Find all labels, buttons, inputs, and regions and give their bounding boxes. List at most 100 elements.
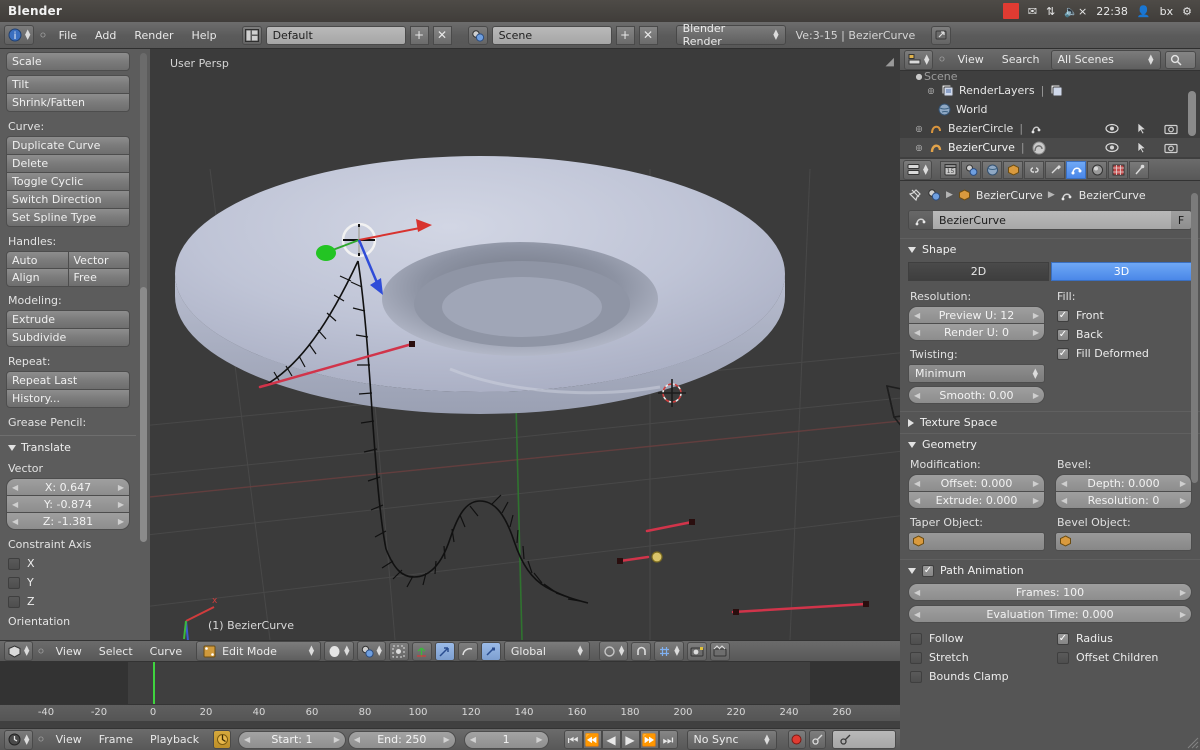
dimension-2d-button[interactable]: 2D xyxy=(908,262,1049,281)
camera-render-icon[interactable] xyxy=(1164,142,1178,154)
viewport-shading-selector[interactable]: ▲ ▼ xyxy=(324,641,354,661)
arrow-right-icon[interactable]: ▶ xyxy=(1033,496,1039,505)
tab-curve-data[interactable] xyxy=(1066,160,1087,179)
add-screen-layout-button[interactable]: + xyxy=(409,25,429,45)
checkbox-path-stretch[interactable] xyxy=(910,651,922,664)
viewport-menu-select[interactable]: Select xyxy=(92,643,140,660)
arrow-right-icon[interactable]: ▶ xyxy=(1033,391,1039,400)
manipulator-scale-icon[interactable] xyxy=(480,641,501,661)
pin-icon[interactable] xyxy=(908,188,922,202)
proportional-edit-icon[interactable] xyxy=(388,641,409,661)
tool-button-handle-align[interactable]: Align xyxy=(6,268,69,287)
timeline-menu-playback[interactable]: Playback xyxy=(143,731,206,748)
arrow-right-icon[interactable]: ▶ xyxy=(444,735,450,744)
outliner-editor[interactable]: ▲▼ ⚪ View Search All Scenes ▲▼ ● Scene xyxy=(900,49,1200,159)
render-engine-selector[interactable]: Blender Render ▲ ▼ xyxy=(675,22,786,48)
outliner-row-beziercurve[interactable]: ◎ BezierCurve | xyxy=(900,138,1200,157)
editor-type-outliner-selector[interactable]: ▲ ▼ xyxy=(904,49,934,70)
checkbox-fill-deformed[interactable]: ✓ xyxy=(1057,347,1069,360)
arrow-right-icon[interactable]: ▶ xyxy=(1033,311,1039,320)
tab-particles[interactable] xyxy=(1129,160,1150,179)
arrow-right-icon[interactable]: ▶ xyxy=(1033,479,1039,488)
editor-type-properties-selector[interactable]: ▲ ▼ xyxy=(903,159,933,180)
outliner-row-scene-partial[interactable]: ● Scene xyxy=(900,71,1200,81)
delete-screen-layout-button[interactable]: ✕ xyxy=(432,25,452,45)
panel-header-texture-space[interactable]: Texture Space xyxy=(900,411,1200,433)
arrow-left-icon[interactable]: ◀ xyxy=(914,588,920,597)
play-button[interactable]: ▶ xyxy=(620,730,640,749)
area-resize-grip[interactable] xyxy=(1187,737,1199,749)
sync-mode-selector[interactable]: No Sync ▲ ▼ xyxy=(686,729,777,750)
jump-to-start-button[interactable]: ⏮ xyxy=(563,730,583,749)
editor-type-timeline-selector[interactable]: ▲ ▼ xyxy=(4,729,34,750)
start-frame-field[interactable]: ◀ Start: 1 ▶ xyxy=(238,730,346,749)
operator-panel-header[interactable]: Translate xyxy=(6,436,130,458)
add-scene-button[interactable]: + xyxy=(615,25,635,45)
translate-z-field[interactable]: ◀ Z: -1.381 ▶ xyxy=(6,512,130,530)
timeline-menu-frame[interactable]: Frame xyxy=(92,731,140,748)
breadcrumb-object-name[interactable]: BezierCurve xyxy=(976,189,1043,202)
arrow-right-icon[interactable]: ▶ xyxy=(1180,588,1186,597)
tool-button-handle-free[interactable]: Free xyxy=(67,268,130,287)
checkbox-fill-back[interactable]: ✓ xyxy=(1057,328,1069,341)
manipulator-translate-icon[interactable] xyxy=(434,641,455,661)
viewport-3d[interactable]: x User Persp (1) BezierCurve ◢ xyxy=(150,49,900,640)
arrow-left-icon[interactable]: ◀ xyxy=(914,496,920,505)
mail-icon[interactable]: ✉ xyxy=(1028,5,1037,18)
checkbox-constraint-z[interactable] xyxy=(8,595,20,608)
properties-editor[interactable]: ▲ ▼ 15 ▶ BezierCurve ▶ BezierCurve Bezie… xyxy=(900,159,1200,750)
geometry-offset-field[interactable]: ◀ Offset: 0.000 ▶ xyxy=(908,474,1045,492)
path-bounds-clamp-row[interactable]: Bounds Clamp xyxy=(908,667,1045,686)
jump-to-next-keyframe-button[interactable]: ⏩ xyxy=(639,730,659,749)
outliner-search-field[interactable] xyxy=(1164,50,1196,69)
twist-smooth-field[interactable]: ◀ Smooth: 0.00 ▶ xyxy=(908,386,1045,404)
ubuntu-indicator-icon[interactable] xyxy=(1002,3,1019,19)
checkbox-fill-front[interactable]: ✓ xyxy=(1057,309,1069,322)
scene-icon[interactable] xyxy=(927,188,941,202)
path-offset-children-row[interactable]: Offset Children xyxy=(1055,648,1192,667)
viewport-menu-view[interactable]: View xyxy=(49,643,89,660)
screen-layout-field[interactable]: Default xyxy=(265,25,406,45)
path-evaluation-time-field[interactable]: ◀ Evaluation Time: 0.000 ▶ xyxy=(908,605,1192,623)
arrow-right-icon[interactable]: ▶ xyxy=(1180,610,1186,619)
timeline-ruler[interactable]: -40 -20 0 20 40 60 80 100 120 140 160 18… xyxy=(0,704,900,721)
screen-layout-icon[interactable] xyxy=(241,25,262,45)
path-frames-field[interactable]: ◀ Frames: 100 ▶ xyxy=(908,583,1192,601)
layer-visibility-selector[interactable]: ▲ ▼ xyxy=(598,641,629,661)
timeline-editor[interactable]: -40 -20 0 20 40 60 80 100 120 140 160 18… xyxy=(0,662,900,728)
header-collapse-icon[interactable]: ⚪ xyxy=(36,733,45,746)
checkbox-path-radius[interactable]: ✓ xyxy=(1057,632,1069,645)
current-frame-field[interactable]: ◀ 1 ▶ xyxy=(463,730,549,749)
datablock-name-value[interactable]: BezierCurve xyxy=(933,211,1171,229)
curve-data-icon[interactable] xyxy=(1031,141,1047,155)
arrow-left-icon[interactable]: ◀ xyxy=(914,610,920,619)
arrow-left-icon[interactable]: ◀ xyxy=(914,311,920,320)
properties-scrollbar[interactable] xyxy=(1191,193,1198,483)
twisting-method-selector[interactable]: Minimum ▲ ▼ xyxy=(908,364,1045,383)
jump-to-end-button[interactable]: ⏭ xyxy=(658,730,678,749)
tool-button-history[interactable]: History... xyxy=(6,389,130,408)
expand-icon[interactable]: ◎ xyxy=(914,124,924,133)
arrow-right-icon[interactable]: ▶ xyxy=(118,500,124,509)
bevel-object-field[interactable] xyxy=(1055,532,1192,551)
toolshelf-scrollbar-thumb[interactable] xyxy=(140,287,147,542)
arrow-left-icon[interactable]: ◀ xyxy=(12,483,18,492)
tool-button-scale[interactable]: Scale xyxy=(6,52,130,71)
tab-constraints[interactable] xyxy=(1024,160,1045,179)
bevel-resolution-field[interactable]: ◀ Resolution: 0 ▶ xyxy=(1055,491,1192,509)
transform-orientation-selector[interactable]: Global ▲ ▼ xyxy=(503,641,590,661)
menu-help[interactable]: Help xyxy=(185,27,224,44)
panel-header-path-animation[interactable]: ✓ Path Animation xyxy=(900,559,1200,581)
path-radius-row[interactable]: ✓ Radius xyxy=(1055,629,1192,648)
bevel-depth-field[interactable]: ◀ Depth: 0.000 ▶ xyxy=(1055,474,1192,492)
arrow-left-icon[interactable]: ◀ xyxy=(914,391,920,400)
header-collapse-icon[interactable]: ⚪ xyxy=(937,53,946,66)
outliner-menu-search[interactable]: Search xyxy=(995,51,1047,68)
expand-icon[interactable]: ◎ xyxy=(926,86,936,95)
renderlayer-item-icon[interactable] xyxy=(1050,84,1063,97)
constraint-axis-z-row[interactable]: Z xyxy=(6,592,130,611)
constraint-axis-x-row[interactable]: X xyxy=(6,554,130,573)
tool-button-toggle-cyclic[interactable]: Toggle Cyclic xyxy=(6,172,130,191)
outliner-row-beziercircle[interactable]: ◎ BezierCircle | xyxy=(900,119,1200,138)
eye-icon[interactable] xyxy=(1105,123,1119,134)
